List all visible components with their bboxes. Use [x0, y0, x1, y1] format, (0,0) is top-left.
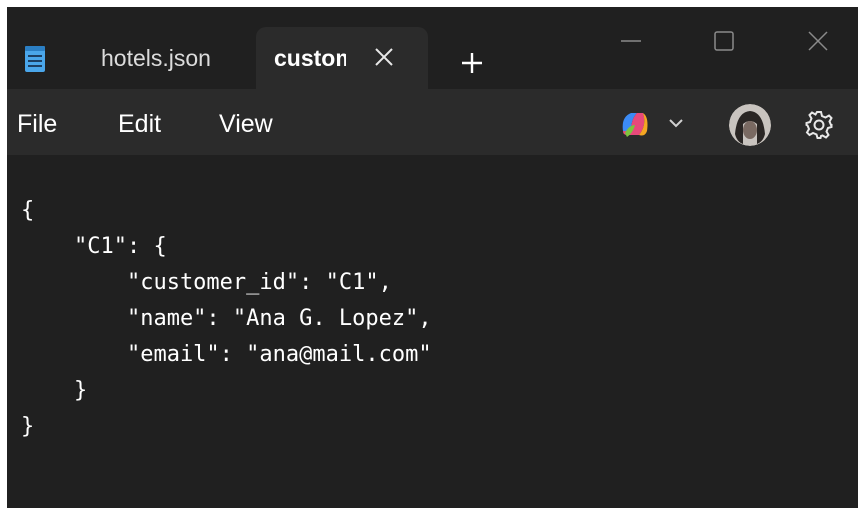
- tab-label: hotels.json: [101, 44, 211, 71]
- plus-icon[interactable]: [459, 50, 485, 76]
- code-line: {: [21, 198, 35, 223]
- chevron-down-icon[interactable]: [667, 116, 685, 130]
- tab-customers[interactable]: customers.json: [256, 27, 428, 89]
- menu-view[interactable]: View: [219, 89, 273, 155]
- title-bar[interactable]: hotels.json customers.json: [7, 7, 858, 89]
- minimize-icon[interactable]: [611, 21, 651, 61]
- gear-icon[interactable]: [803, 109, 835, 141]
- code-line: "customer_id": "C1",: [21, 270, 392, 295]
- maximize-icon[interactable]: [704, 21, 744, 61]
- code-content[interactable]: { "C1": { "customer_id": "C1", "name": "…: [21, 193, 432, 445]
- menu-bar: File Edit View: [7, 89, 858, 155]
- code-line: }: [21, 378, 88, 403]
- notepad-icon: [25, 46, 45, 72]
- avatar[interactable]: [729, 104, 771, 146]
- window-close-icon[interactable]: [798, 21, 838, 61]
- code-line: "C1": {: [21, 234, 167, 259]
- copilot-icon[interactable]: [617, 107, 651, 141]
- code-line: "name": "Ana G. Lopez",: [21, 306, 432, 331]
- notepad-window: hotels.json customers.json File Edit Vie: [7, 7, 858, 508]
- tab-hotels[interactable]: hotels.json: [81, 27, 241, 89]
- close-icon[interactable]: [372, 45, 396, 69]
- tab-label: customers.json: [274, 44, 346, 71]
- code-line: "email": "ana@mail.com": [21, 342, 432, 367]
- menu-file[interactable]: File: [17, 89, 57, 155]
- text-editor[interactable]: { "C1": { "customer_id": "C1", "name": "…: [7, 155, 858, 508]
- menu-edit[interactable]: Edit: [118, 89, 161, 155]
- code-line: }: [21, 414, 35, 439]
